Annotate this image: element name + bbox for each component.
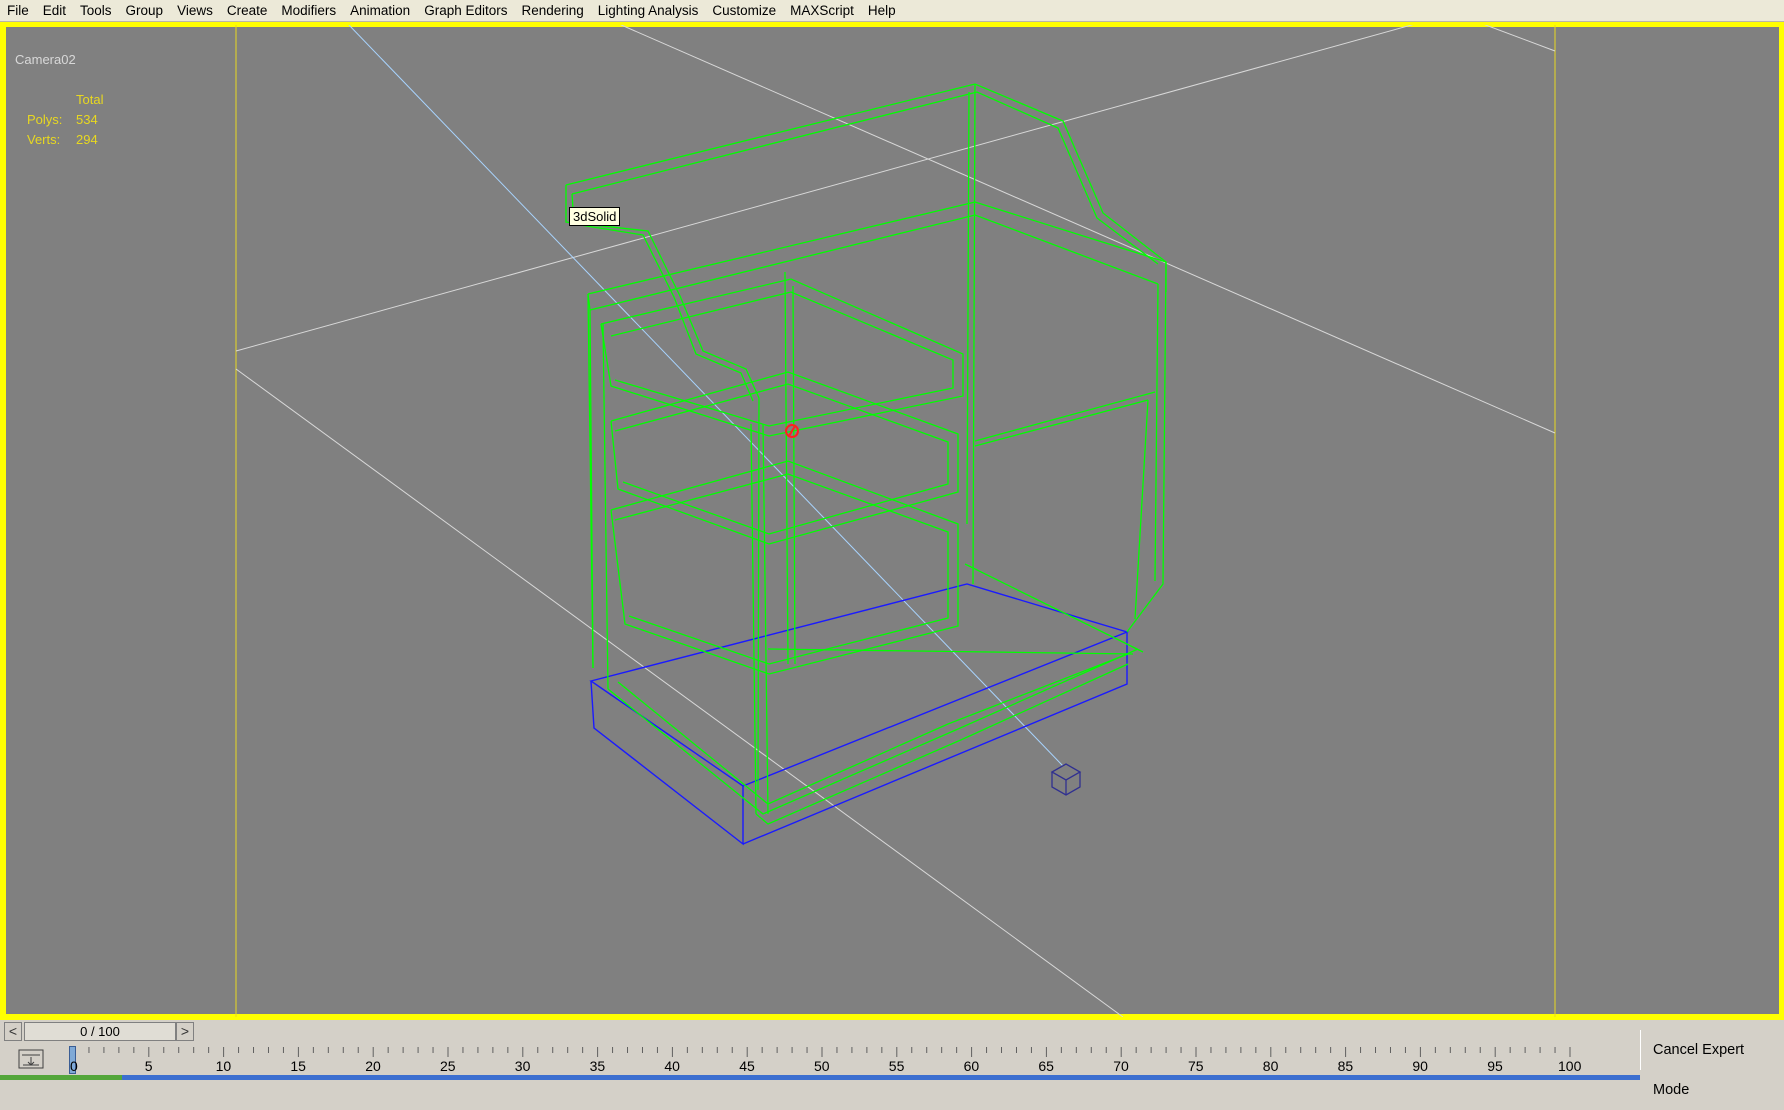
viewport-label[interactable]: Camera02	[15, 52, 76, 67]
time-slider-bar	[3, 1020, 1635, 1042]
menu-edit[interactable]: Edit	[36, 0, 73, 21]
time-slider[interactable]: 0 / 100	[24, 1022, 176, 1041]
menu-animation[interactable]: Animation	[343, 0, 417, 21]
track-bar-tick-label: 55	[888, 1058, 905, 1074]
track-bar-tick-label: 75	[1188, 1058, 1204, 1074]
track-bar-tick-label: 95	[1487, 1058, 1503, 1074]
time-prev-button[interactable]: <	[4, 1022, 22, 1041]
camera-viewport[interactable]: Camera02 Total Polys: 534 Verts: 294 3dSol…	[3, 24, 1782, 1017]
menu-graph-editors[interactable]: Graph Editors	[417, 0, 514, 21]
menu-customize[interactable]: Customize	[705, 0, 783, 21]
track-bar-tick-label: 0	[70, 1058, 78, 1074]
menu-bar: File Edit Tools Group Views Create Modif…	[0, 0, 1784, 22]
time-next-button[interactable]: >	[176, 1022, 194, 1041]
track-bar-tick-label: 5	[144, 1058, 153, 1074]
camera-target-cube-icon[interactable]	[1050, 763, 1082, 796]
track-bar-tick-label: 90	[1412, 1058, 1428, 1074]
menu-lighting-analysis[interactable]: Lighting Analysis	[591, 0, 706, 21]
track-bar-tick-label: 60	[963, 1058, 980, 1074]
track-bar-tick-label: 65	[1038, 1058, 1054, 1074]
verts-value: 294	[76, 132, 98, 147]
menu-file[interactable]: File	[0, 0, 36, 21]
home-grid	[235, 24, 1556, 1017]
track-bar-tick-label: 50	[814, 1058, 830, 1074]
cancel-expert-mode-button[interactable]: Cancel Expert Mode	[1640, 1030, 1784, 1098]
track-bar-tick-label: 10	[215, 1058, 232, 1074]
track-bar-active-range	[0, 1075, 122, 1080]
verts-label: Verts:	[27, 132, 61, 147]
object-tooltip: 3dSolid	[569, 207, 621, 226]
track-bar-tick-label: 85	[1337, 1058, 1354, 1074]
track-bar-tick-label: 100	[1558, 1058, 1582, 1074]
menu-modifiers[interactable]: Modifiers	[274, 0, 343, 21]
key-filter-icon[interactable]	[18, 1048, 44, 1070]
menu-maxscript[interactable]: MAXScript	[783, 0, 861, 21]
track-bar-tick-label: 45	[739, 1058, 755, 1074]
selection-bounding-box	[589, 583, 1130, 846]
track-bar-tick-label: 40	[664, 1058, 680, 1074]
track-bar-tick-label: 20	[365, 1058, 381, 1074]
track-bar-tick-label: 25	[440, 1058, 456, 1074]
cabinet-wireframe	[565, 83, 1167, 825]
track-bar-tick-label: 30	[514, 1058, 531, 1074]
polys-label: Polys:	[27, 112, 63, 127]
menu-views[interactable]: Views	[170, 0, 220, 21]
track-bar-range-bar	[0, 1075, 1640, 1080]
track-bar-tick-label: 80	[1262, 1058, 1279, 1074]
stats-header: Total	[76, 92, 104, 107]
menu-group[interactable]: Group	[119, 0, 171, 21]
polys-value: 534	[76, 112, 98, 127]
menu-create[interactable]: Create	[220, 0, 275, 21]
menu-help[interactable]: Help	[861, 0, 903, 21]
viewport-statistics: Total Polys: 534 Verts: 294	[27, 90, 103, 150]
menu-tools[interactable]: Tools	[73, 0, 119, 21]
track-bar-tick-label: 70	[1113, 1058, 1129, 1074]
track-bar-tick-label: 15	[290, 1058, 306, 1074]
menu-rendering[interactable]: Rendering	[515, 0, 591, 21]
track-bar-tick-label: 35	[589, 1058, 606, 1074]
scene-wireframe[interactable]	[3, 24, 1782, 1017]
